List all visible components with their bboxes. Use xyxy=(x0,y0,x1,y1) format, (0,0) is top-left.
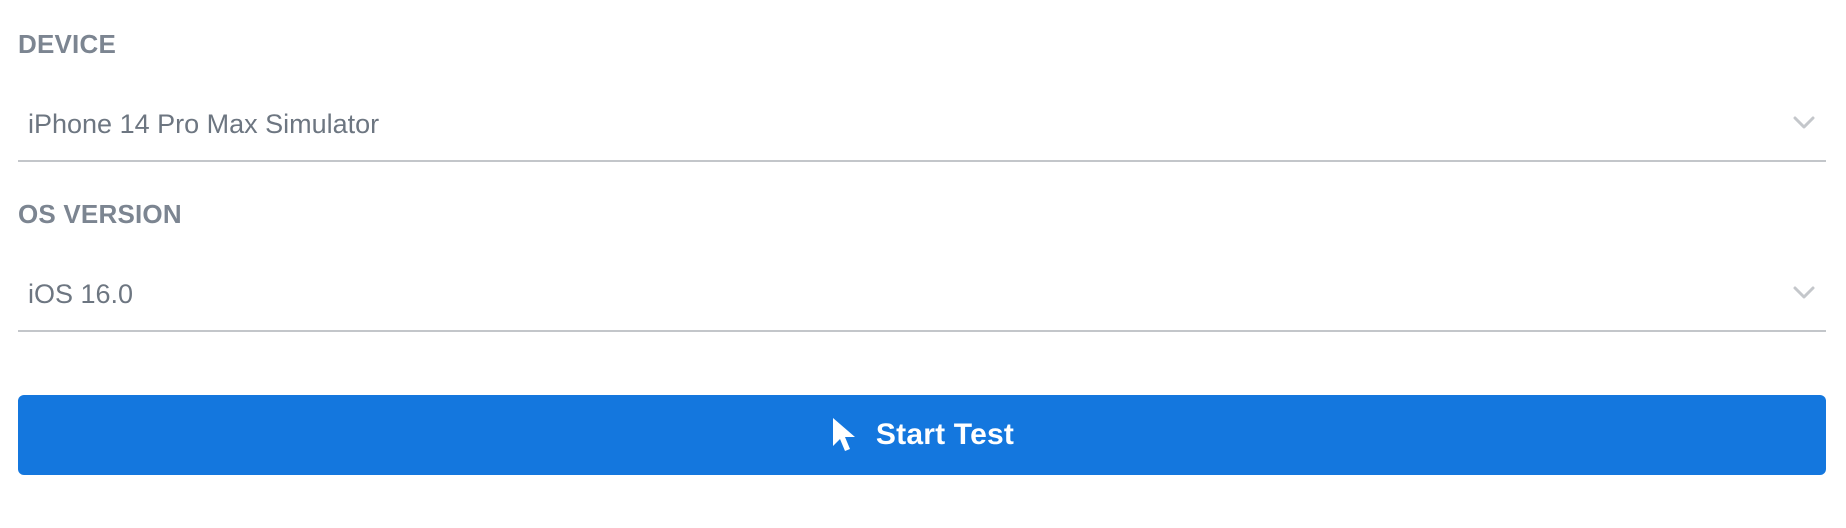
device-select[interactable]: iPhone 14 Pro Max Simulator xyxy=(18,86,1826,162)
start-test-label: Start Test xyxy=(875,418,1015,451)
device-label: DEVICE xyxy=(18,29,117,59)
chevron-down-icon xyxy=(1793,286,1815,299)
os-version-select[interactable]: iOS 16.0 xyxy=(18,256,1826,332)
os-version-select-value: iOS 16.0 xyxy=(28,279,134,309)
start-test-button[interactable]: Start Test xyxy=(18,395,1826,475)
chevron-down-icon xyxy=(1793,116,1815,129)
os-version-label: OS VERSION xyxy=(18,199,182,229)
device-select-value: iPhone 14 Pro Max Simulator xyxy=(28,109,380,139)
cursor-pointer-icon xyxy=(832,418,855,451)
